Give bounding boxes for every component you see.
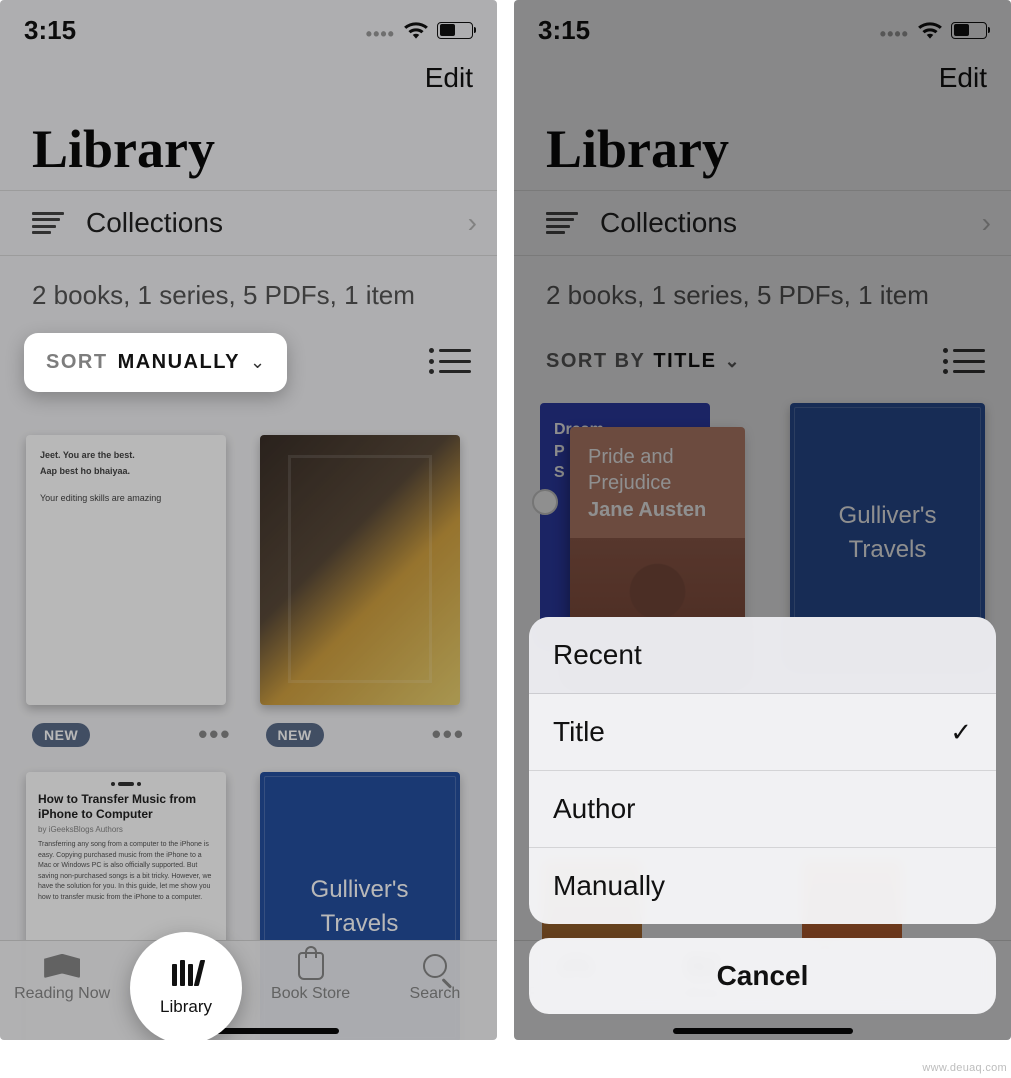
page-title: Library — [0, 94, 497, 190]
book-tile[interactable]: Jeet. You are the best. Aap best ho bhai… — [26, 435, 238, 750]
sort-value: MANUALLY — [118, 351, 240, 374]
edit-button[interactable]: Edit — [939, 62, 987, 94]
chevron-right-icon: › — [982, 207, 991, 239]
tab-book-store[interactable]: Book Store — [256, 951, 366, 1003]
battery-icon — [951, 22, 987, 39]
chevron-down-icon: ⌄ — [724, 351, 741, 372]
wifi-icon — [403, 20, 429, 40]
page-title: Library — [514, 94, 1011, 190]
note-line: Your editing skills are amazing — [40, 492, 212, 506]
tab-bar: Reading Now Library Book Store Search — [0, 940, 497, 1040]
battery-icon — [437, 22, 473, 39]
cover-text: Travels — [321, 907, 399, 941]
sort-label: SORT — [46, 351, 108, 374]
cover-text: Pride and — [588, 445, 727, 471]
status-right: •••• — [366, 20, 473, 41]
library-icon — [170, 960, 202, 991]
tab-label: Reading Now — [14, 985, 110, 1003]
more-icon[interactable]: ••• — [432, 719, 465, 750]
chevron-right-icon: › — [468, 207, 477, 239]
cellular-dots-icon: •••• — [366, 24, 395, 45]
tab-reading-now[interactable]: Reading Now — [7, 951, 117, 1003]
pdf-author: by iGeeksBlogs Authors — [38, 825, 214, 834]
library-summary: 2 books, 1 series, 5 PDFs, 1 item — [514, 256, 1011, 321]
check-icon: ✓ — [950, 717, 972, 748]
cover-text: Prejudice — [588, 471, 727, 497]
more-icon[interactable]: ••• — [198, 719, 231, 750]
new-badge: NEW — [266, 723, 324, 747]
status-right: •••• — [880, 20, 987, 41]
tab-search[interactable]: Search — [380, 951, 490, 1003]
cover-author: Jane Austen — [588, 498, 727, 524]
note-line: Aap best ho bhaiyaa. — [40, 465, 212, 479]
sheet-option-author[interactable]: Author — [529, 771, 996, 848]
sort-button[interactable]: SORT BY TITLE ⌄ — [546, 350, 741, 373]
sheet-options: Recent Title ✓ Author Manually — [529, 617, 996, 924]
sheet-option-title[interactable]: Title ✓ — [529, 694, 996, 771]
option-label: Title — [553, 716, 605, 748]
option-label: Author — [553, 793, 636, 825]
list-view-toggle-icon[interactable] — [953, 349, 985, 373]
collections-row[interactable]: Collections › — [514, 190, 1011, 256]
book-cover: Jeet. You are the best. Aap best ho bhai… — [26, 435, 226, 705]
wifi-icon — [917, 20, 943, 40]
collections-icon — [32, 212, 64, 234]
status-time: 3:15 — [538, 15, 590, 46]
search-icon — [417, 951, 453, 981]
sheet-option-manually[interactable]: Manually — [529, 848, 996, 924]
status-bar: 3:15 •••• — [0, 0, 497, 52]
collections-row[interactable]: Collections › — [0, 190, 497, 256]
home-indicator[interactable] — [673, 1028, 853, 1034]
pdf-title: How to Transfer Music from iPhone to Com… — [38, 792, 214, 822]
bag-icon — [293, 951, 329, 981]
collections-label: Collections — [600, 207, 982, 239]
sheet-cancel-button[interactable]: Cancel — [529, 938, 996, 1014]
book-cover — [260, 435, 460, 705]
new-badge: NEW — [32, 723, 90, 747]
library-summary: 2 books, 1 series, 5 PDFs, 1 item — [0, 256, 497, 321]
tab-label: Book Store — [271, 985, 350, 1003]
collections-icon — [546, 212, 578, 234]
option-label: Manually — [553, 870, 665, 902]
status-bar: 3:15 •••• — [514, 0, 1011, 52]
sort-value: TITLE — [653, 350, 716, 373]
chevron-down-icon: ⌄ — [250, 352, 265, 373]
sort-callout[interactable]: SORT MANUALLY ⌄ — [24, 333, 287, 392]
edit-button[interactable]: Edit — [425, 62, 473, 94]
library-tab-highlight[interactable]: Library — [130, 932, 242, 1040]
book-tile[interactable]: NEW ••• — [260, 435, 472, 750]
sort-label: SORT BY — [546, 350, 645, 373]
note-line: Jeet. You are the best. — [40, 449, 212, 463]
collections-label: Collections — [86, 207, 468, 239]
tab-label: Search — [410, 985, 461, 1003]
stack-count-badge — [532, 489, 558, 515]
sheet-option-recent[interactable]: Recent — [529, 617, 996, 694]
cellular-dots-icon: •••• — [880, 24, 909, 45]
cover-text: Travels — [849, 533, 927, 567]
sort-action-sheet: Recent Title ✓ Author Manually Cancel — [529, 617, 996, 1028]
option-label: Recent — [553, 639, 642, 671]
pdf-body: Transferring any song from a computer to… — [38, 840, 214, 903]
watermark: www.deuaq.com — [922, 1062, 1007, 1074]
list-view-toggle-icon[interactable] — [439, 349, 471, 373]
sheet-cancel-group: Cancel — [529, 938, 996, 1014]
open-book-icon — [44, 951, 80, 981]
cover-text: Gulliver's — [839, 499, 937, 533]
highlight-label: Library — [160, 997, 212, 1017]
status-time: 3:15 — [24, 15, 76, 46]
cover-text: Gulliver's — [311, 873, 409, 907]
